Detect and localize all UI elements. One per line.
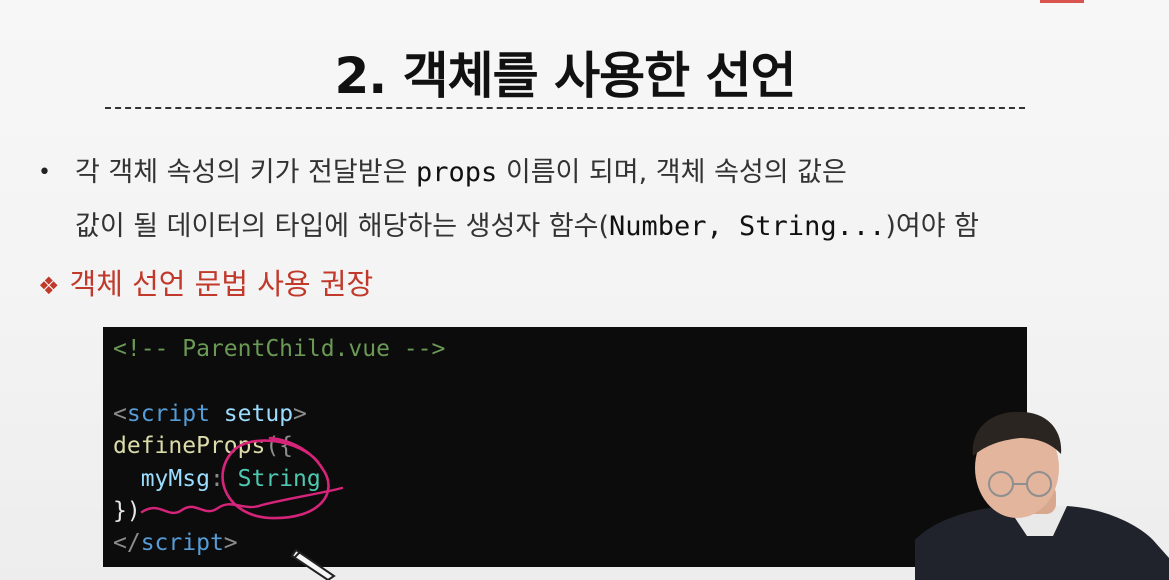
bullet-line-2-after: )여야 함 <box>885 211 979 242</box>
code-comment: <!-- ParentChild.vue --> <box>113 336 446 362</box>
code-punct: < <box>113 400 127 427</box>
code-punct: : <box>209 465 238 492</box>
bullet-line-1: 각 객체 속성의 키가 전달받은 props 이름이 되며, 객체 속성의 값은 <box>75 146 1135 200</box>
diamond-cluster-icon: ❖ <box>38 272 60 300</box>
subpoint-text: 객체 선언 문법 사용 권장 <box>69 267 374 301</box>
bullet-line-1-after: 이름이 되며, 객체 속성의 값은 <box>497 157 847 188</box>
code-punct: > <box>223 530 238 557</box>
bullet-dot-icon: • <box>38 160 51 185</box>
code-attr: setup <box>209 400 294 427</box>
slide-title: 2. 객체를 사용한 선언 <box>334 47 796 105</box>
code-line-script-open: <script setup> <box>113 398 1027 430</box>
lecture-slide: 2. 객체를 사용한 선언 • 각 객체 속성의 키가 전달받은 props 이… <box>0 0 1169 580</box>
code-prop-key: myMsg <box>140 465 210 492</box>
code-punct: > <box>293 400 307 427</box>
code-prop-type: String <box>237 465 321 492</box>
code-line-prop: myMsg: String <box>113 463 1027 495</box>
code-block: <!-- ParentChild.vue --> <script setup> … <box>103 327 1027 567</box>
recommendation-subpoint: ❖ 객체 선언 문법 사용 권장 <box>38 261 373 303</box>
code-punct: ({ <box>265 433 294 460</box>
inline-code-props: props <box>416 157 498 188</box>
bullet-line-2: 값이 될 데이터의 타입에 해당하는 생성자 함수(Number, String… <box>75 200 1135 254</box>
bullet-text: 각 객체 속성의 키가 전달받은 props 이름이 되며, 객체 속성의 값은… <box>75 146 1135 254</box>
presenter-webcam-overlay <box>915 411 1169 580</box>
bullet-line-1-before: 각 객체 속성의 키가 전달받은 <box>75 157 416 188</box>
code-function: defineProps <box>113 433 266 460</box>
code-line-comment: <!-- ParentChild.vue --> <box>113 333 1027 365</box>
code-line-close: }) <box>113 495 1027 527</box>
code-tag: script <box>140 530 224 557</box>
code-tag: script <box>126 400 210 427</box>
code-line-script-close: </script> <box>113 527 1027 559</box>
window-accent-bar <box>1040 0 1084 3</box>
code-punct: }) <box>113 497 141 524</box>
code-punct: </ <box>113 530 141 557</box>
title-divider <box>105 107 1025 109</box>
pencil-cursor-icon <box>290 548 336 580</box>
code-line-define: defineProps({ <box>113 430 1027 462</box>
inline-code-types: Number, String... <box>609 211 886 242</box>
bullet-line-2-before: 값이 될 데이터의 타입에 해당하는 생성자 함수( <box>75 211 609 242</box>
